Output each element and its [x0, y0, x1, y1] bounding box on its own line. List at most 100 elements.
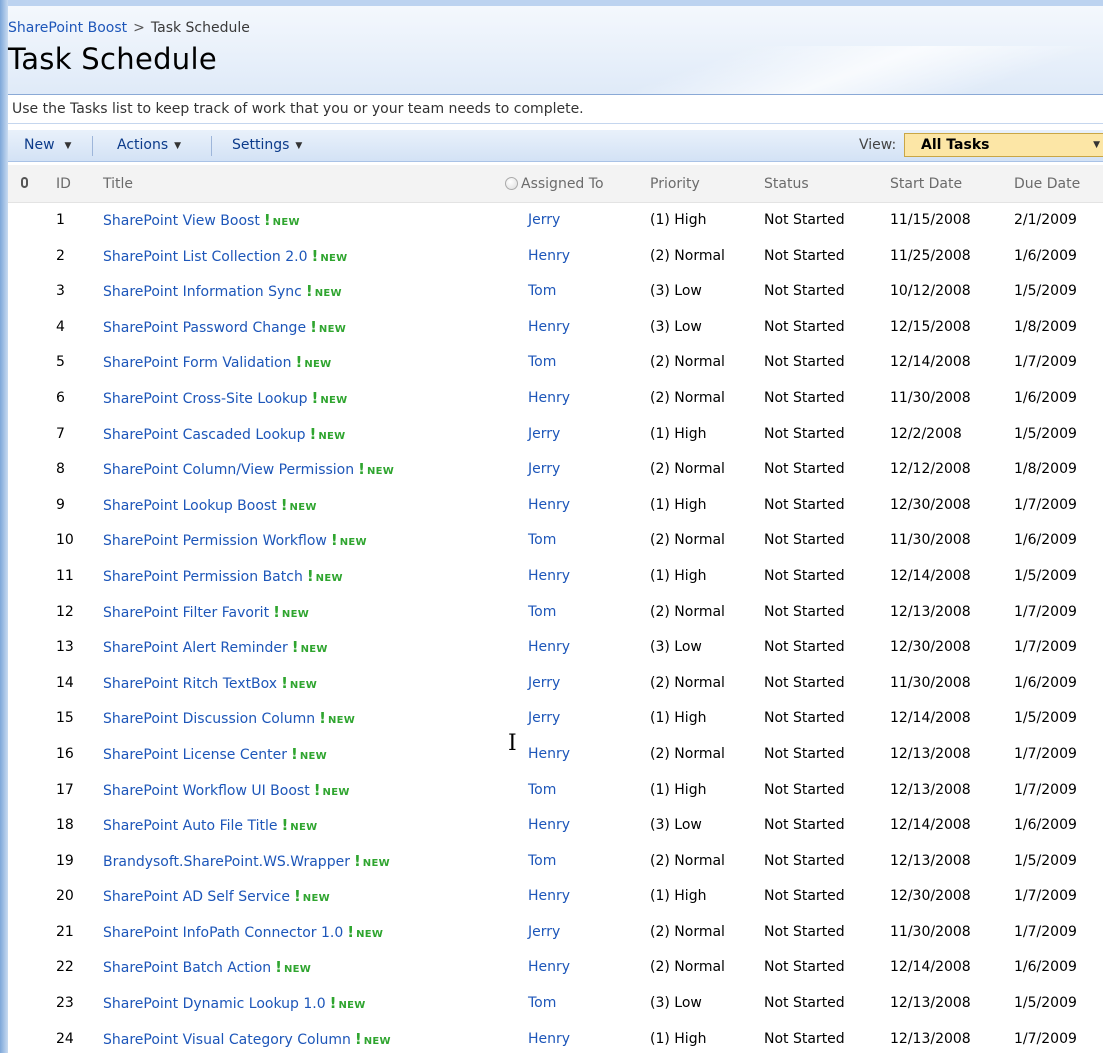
task-title-link[interactable]: SharePoint Column/View Permission	[103, 462, 354, 478]
assigned-to-link[interactable]: Henry	[528, 737, 570, 773]
table-row[interactable]: 6 SharePoint Cross-Site Lookup! NEW Henry (2…	[8, 381, 1103, 417]
table-row[interactable]: 4 SharePoint Password Change! NEW Henry (3) …	[8, 310, 1103, 346]
assigned-to-link[interactable]: Jerry	[528, 203, 560, 239]
task-priority: (2) Normal	[650, 389, 725, 406]
view-selector[interactable]: All Tasks ▼	[904, 133, 1103, 157]
table-row[interactable]: 8 SharePoint Column/View Permission! NEW Je…	[8, 452, 1103, 488]
table-row[interactable]: 13 SharePoint Alert Reminder! NEW Henry (3) …	[8, 630, 1103, 666]
assigned-to-link[interactable]: Jerry	[528, 701, 560, 737]
task-due-date: 1/7/2009	[1014, 781, 1077, 798]
assigned-to-link[interactable]: Henry	[528, 488, 570, 524]
assigned-to-link[interactable]: Henry	[528, 1022, 570, 1058]
task-title-link[interactable]: SharePoint Discussion Column	[103, 711, 315, 727]
assigned-to-link[interactable]: Tom	[528, 595, 556, 631]
table-row[interactable]: 15 SharePoint Discussion Column! NEW Jerry (…	[8, 701, 1103, 737]
task-id: 22	[56, 959, 74, 976]
table-row[interactable]: 14 SharePoint Ritch TextBox! NEW Jerry (2) N…	[8, 666, 1103, 702]
assigned-to-link[interactable]: Henry	[528, 808, 570, 844]
task-title-link[interactable]: SharePoint List Collection 2.0	[103, 249, 308, 265]
task-title-link[interactable]: SharePoint Form Validation	[103, 355, 291, 371]
task-title-link[interactable]: SharePoint Cross-Site Lookup	[103, 391, 308, 407]
new-exclamation-icon: !	[306, 566, 314, 585]
assigned-to-link[interactable]: Tom	[528, 345, 556, 381]
table-row[interactable]: 12 SharePoint Filter Favorit! NEW Tom (2) No…	[8, 595, 1103, 631]
table-row[interactable]: 20 SharePoint AD Self Service! NEW Henry (1)…	[8, 879, 1103, 915]
task-id: 4	[56, 318, 65, 335]
column-header-priority[interactable]: Priority	[650, 165, 700, 203]
assigned-to-link[interactable]: Jerry	[528, 915, 560, 951]
table-row[interactable]: 18 SharePoint Auto File Title! NEW Henry (3)…	[8, 808, 1103, 844]
task-title-link[interactable]: SharePoint Visual Category Column	[103, 1032, 351, 1048]
task-title-link[interactable]: SharePoint Batch Action	[103, 960, 271, 976]
task-title-link[interactable]: SharePoint Permission Batch	[103, 569, 303, 585]
assigned-to-link[interactable]: Tom	[528, 773, 556, 809]
table-row[interactable]: 7 SharePoint Cascaded Lookup! NEW Jerry (1) …	[8, 417, 1103, 453]
assigned-to-link[interactable]: Tom	[528, 523, 556, 559]
assigned-to-link[interactable]: Jerry	[528, 452, 560, 488]
task-title-cell: SharePoint Auto File Title! NEW	[103, 808, 317, 846]
task-title-link[interactable]: SharePoint Dynamic Lookup 1.0	[103, 996, 326, 1012]
new-exclamation-icon: !	[281, 816, 289, 835]
table-row[interactable]: 2 SharePoint List Collection 2.0! NEW Henry…	[8, 239, 1103, 275]
table-row[interactable]: 5 SharePoint Form Validation! NEW Tom (2) No…	[8, 345, 1103, 381]
table-row[interactable]: 23 SharePoint Dynamic Lookup 1.0! NEW Tom (3…	[8, 986, 1103, 1022]
assigned-to-link[interactable]: Henry	[528, 310, 570, 346]
task-title-link[interactable]: SharePoint Alert Reminder	[103, 640, 288, 656]
assigned-to-link[interactable]: Henry	[528, 630, 570, 666]
table-row[interactable]: 1 SharePoint View Boost! NEW Jerry (1) High N…	[8, 203, 1103, 239]
task-title-link[interactable]: SharePoint Password Change	[103, 320, 306, 336]
breadcrumb-site-link[interactable]: SharePoint Boost	[8, 20, 127, 36]
task-title-link[interactable]: SharePoint Lookup Boost	[103, 498, 277, 514]
task-status: Not Started	[764, 1030, 845, 1047]
task-title-cell: SharePoint List Collection 2.0! NEW	[103, 239, 347, 277]
column-header-status[interactable]: Status	[764, 165, 809, 203]
column-header-start-date[interactable]: Start Date	[890, 165, 962, 203]
task-title-link[interactable]: SharePoint View Boost	[103, 213, 260, 229]
table-row[interactable]: 24 SharePoint Visual Category Column! NEW H…	[8, 1022, 1103, 1058]
task-start-date: 12/30/2008	[890, 639, 971, 656]
task-title-cell: SharePoint AD Self Service! NEW	[103, 879, 330, 917]
table-row[interactable]: 19 Brandysoft.SharePoint.WS.Wrapper! NEW To…	[8, 844, 1103, 880]
column-header-id[interactable]: ID	[56, 165, 71, 203]
task-due-date: 1/7/2009	[1014, 745, 1077, 762]
table-row[interactable]: 17 SharePoint Workflow UI Boost! NEW Tom (1)…	[8, 773, 1103, 809]
actions-menu-button[interactable]: Actions ▼	[117, 130, 181, 161]
assigned-to-link[interactable]: Henry	[528, 239, 570, 275]
task-title-link[interactable]: SharePoint Information Sync	[103, 284, 302, 300]
task-title-link[interactable]: SharePoint Auto File Title	[103, 818, 277, 834]
settings-menu-button[interactable]: Settings ▼	[232, 130, 302, 161]
assigned-to-link[interactable]: Henry	[528, 381, 570, 417]
table-row[interactable]: 3 SharePoint Information Sync! NEW Tom (3) L…	[8, 274, 1103, 310]
attachment-icon[interactable]	[21, 177, 28, 188]
assigned-to-link[interactable]: Jerry	[528, 666, 560, 702]
table-row[interactable]: 21 SharePoint InfoPath Connector 1.0! NEW J…	[8, 915, 1103, 951]
task-title-link[interactable]: SharePoint Permission Workflow	[103, 533, 327, 549]
task-title-link[interactable]: SharePoint License Center	[103, 747, 287, 763]
column-header-assigned-to[interactable]: Assigned To	[505, 165, 604, 203]
task-start-date: 12/13/2008	[890, 1030, 971, 1047]
table-row[interactable]: 11 SharePoint Permission Batch! NEW Henry (1…	[8, 559, 1103, 595]
task-title-link[interactable]: SharePoint Workflow UI Boost	[103, 783, 310, 799]
task-title-link[interactable]: SharePoint InfoPath Connector 1.0	[103, 925, 343, 941]
column-header-due-date[interactable]: Due Date	[1014, 165, 1080, 203]
assigned-to-link[interactable]: Jerry	[528, 417, 560, 453]
task-title-link[interactable]: SharePoint Filter Favorit	[103, 605, 269, 621]
assigned-to-link[interactable]: Tom	[528, 844, 556, 880]
assigned-to-link[interactable]: Henry	[528, 950, 570, 986]
task-id: 20	[56, 888, 74, 905]
assigned-to-link[interactable]: Tom	[528, 274, 556, 310]
task-title-link[interactable]: SharePoint Ritch TextBox	[103, 676, 277, 692]
table-row[interactable]: 16 SharePoint License Center! NEW Henry (2) …	[8, 737, 1103, 773]
table-row[interactable]: 9 SharePoint Lookup Boost! NEW Henry (1) Hig…	[8, 488, 1103, 524]
table-row[interactable]: 10 SharePoint Permission Workflow! NEW Tom (…	[8, 523, 1103, 559]
view-label: View:	[859, 137, 897, 153]
new-menu-button[interactable]: New ▼	[24, 130, 71, 161]
task-title-link[interactable]: Brandysoft.SharePoint.WS.Wrapper	[103, 854, 350, 870]
column-header-title[interactable]: Title	[103, 165, 133, 203]
assigned-to-link[interactable]: Henry	[528, 879, 570, 915]
table-row[interactable]: 22 SharePoint Batch Action! NEW Henry (2) No…	[8, 950, 1103, 986]
assigned-to-link[interactable]: Henry	[528, 559, 570, 595]
task-title-link[interactable]: SharePoint Cascaded Lookup	[103, 427, 306, 443]
assigned-to-link[interactable]: Tom	[528, 986, 556, 1022]
task-title-link[interactable]: SharePoint AD Self Service	[103, 889, 290, 905]
